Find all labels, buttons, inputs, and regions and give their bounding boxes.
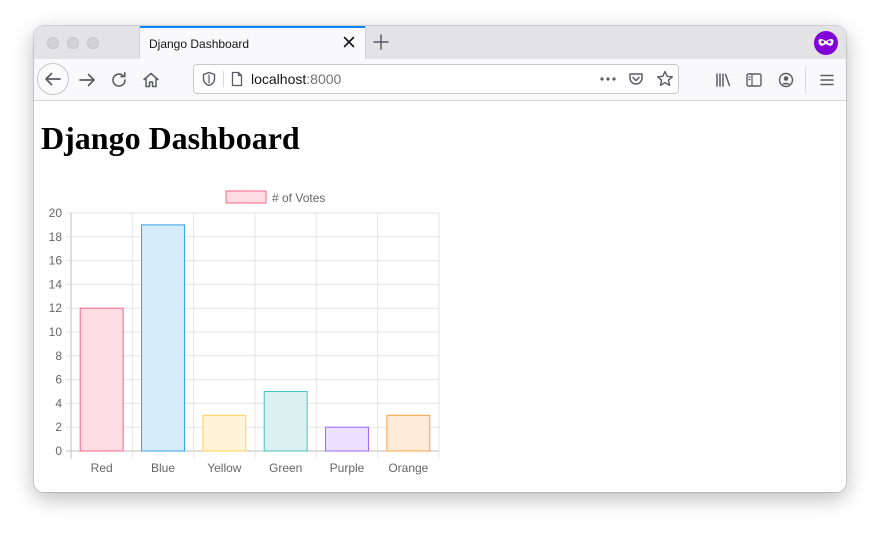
toolbar-separator xyxy=(805,67,806,93)
hamburger-menu-icon[interactable] xyxy=(813,66,841,94)
account-icon[interactable] xyxy=(772,66,800,94)
forward-arrow-icon[interactable] xyxy=(73,66,101,94)
sidebar-icon[interactable] xyxy=(740,66,768,94)
star-icon[interactable] xyxy=(655,69,675,89)
page-icon xyxy=(231,71,243,87)
more-dots-icon[interactable] xyxy=(599,71,617,87)
x-tick-label: Red xyxy=(91,461,113,475)
home-icon[interactable] xyxy=(137,66,165,94)
bar xyxy=(263,391,308,452)
bar xyxy=(79,307,124,452)
bar xyxy=(386,414,431,452)
x-tick-label: Purple xyxy=(330,461,365,475)
y-tick-label: 8 xyxy=(55,349,62,363)
y-tick-label: 20 xyxy=(49,206,63,220)
pocket-icon[interactable] xyxy=(627,70,645,88)
url-host: localhost xyxy=(251,71,307,87)
browser-window: Django Dashboard localhost:8000 Django D… xyxy=(34,26,846,492)
y-tick-label: 0 xyxy=(55,444,62,458)
reload-icon[interactable] xyxy=(105,66,133,94)
x-tick-label: Green xyxy=(269,461,302,475)
y-tick-label: 6 xyxy=(55,373,62,387)
private-browsing-icon xyxy=(814,31,838,55)
window-zoom-button[interactable] xyxy=(87,37,99,49)
legend-label: # of Votes xyxy=(272,191,325,205)
page-title: Django Dashboard xyxy=(41,120,300,156)
x-tick-label: Blue xyxy=(151,461,175,475)
tab-title: Django Dashboard xyxy=(149,37,250,51)
y-tick-label: 18 xyxy=(49,230,63,244)
navigation-toolbar: localhost:8000 xyxy=(34,59,846,101)
y-tick-label: 10 xyxy=(49,325,63,339)
y-tick-label: 16 xyxy=(49,254,63,268)
x-tick-label: Yellow xyxy=(207,461,242,475)
y-tick-label: 14 xyxy=(49,277,63,291)
votes-bar-chart: 0 2 4 6 8 10 12 14 16 18 20 Red Blue Yellow Green Purpl… xyxy=(49,190,440,475)
close-icon[interactable] xyxy=(341,34,357,50)
window-minimize-button[interactable] xyxy=(67,37,79,49)
bar xyxy=(141,224,185,452)
shield-icon[interactable] xyxy=(200,70,218,88)
back-button[interactable] xyxy=(37,63,69,95)
bar xyxy=(325,426,369,452)
back-arrow-icon xyxy=(45,72,61,86)
url-port: :8000 xyxy=(306,71,342,87)
library-icon[interactable] xyxy=(709,66,737,94)
y-tick-label: 12 xyxy=(49,301,63,315)
tab-django-dashboard[interactable]: Django Dashboard xyxy=(140,26,365,59)
x-tick-label: Orange xyxy=(388,461,428,475)
url-bar[interactable]: localhost:8000 xyxy=(193,64,679,94)
window-close-button[interactable] xyxy=(47,37,59,49)
y-tick-label: 2 xyxy=(55,420,62,434)
url-separator xyxy=(223,71,224,87)
bar xyxy=(202,414,247,452)
url-text[interactable]: localhost:8000 xyxy=(251,71,341,87)
new-tab-icon[interactable] xyxy=(372,33,390,51)
y-tick-label: 4 xyxy=(55,396,62,410)
legend-swatch xyxy=(225,190,267,204)
page-content: Django Dashboard 0 2 4 6 8 10 12 14 16 18 20 Red Blu… xyxy=(34,101,846,492)
tab-bar: Django Dashboard xyxy=(34,26,846,59)
